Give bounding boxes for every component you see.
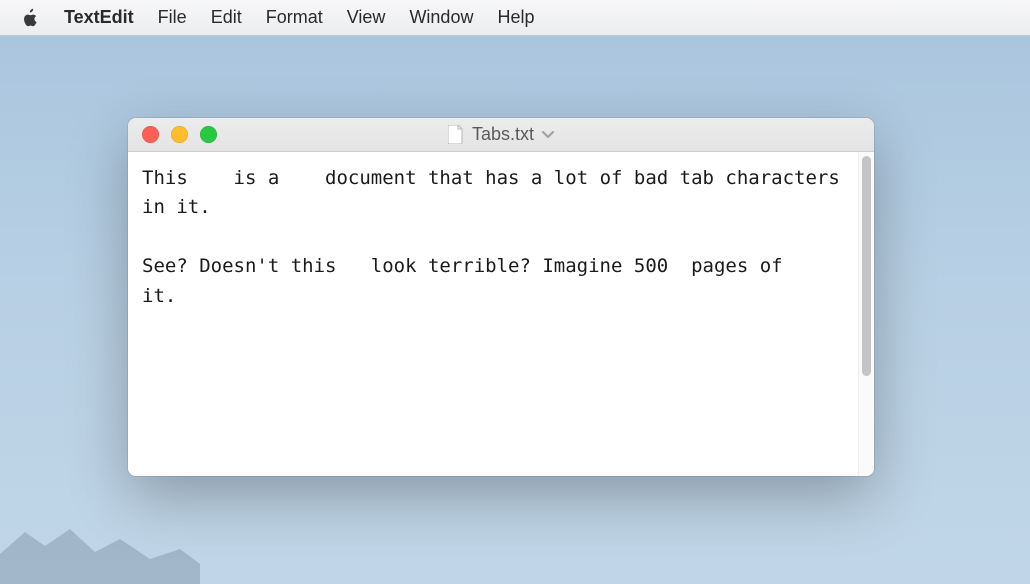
vertical-scrollbar[interactable] <box>858 152 874 476</box>
content-area: This is a document that has a lot of bad… <box>128 152 874 476</box>
menubar-help[interactable]: Help <box>497 7 534 28</box>
menubar-edit[interactable]: Edit <box>211 7 242 28</box>
chevron-down-icon <box>542 131 554 139</box>
minimize-button[interactable] <box>171 126 188 143</box>
window-title-text: Tabs.txt <box>472 124 534 145</box>
menubar: TextEdit File Edit Format View Window He… <box>0 0 1030 36</box>
menubar-view[interactable]: View <box>347 7 386 28</box>
close-button[interactable] <box>142 126 159 143</box>
document-icon <box>448 125 464 144</box>
zoom-button[interactable] <box>200 126 217 143</box>
menubar-app-name[interactable]: TextEdit <box>64 7 134 28</box>
menubar-file[interactable]: File <box>158 7 187 28</box>
wallpaper-mountain <box>0 524 200 584</box>
scrollbar-thumb[interactable] <box>862 156 871 376</box>
window-titlebar[interactable]: Tabs.txt <box>128 118 874 152</box>
menubar-format[interactable]: Format <box>266 7 323 28</box>
apple-menu-icon[interactable] <box>20 7 40 29</box>
window-title-group[interactable]: Tabs.txt <box>448 124 554 145</box>
menubar-window[interactable]: Window <box>409 7 473 28</box>
document-text-area[interactable]: This is a document that has a lot of bad… <box>128 152 858 476</box>
traffic-lights <box>128 126 217 143</box>
textedit-window: Tabs.txt This is a document that has a l… <box>128 118 874 476</box>
